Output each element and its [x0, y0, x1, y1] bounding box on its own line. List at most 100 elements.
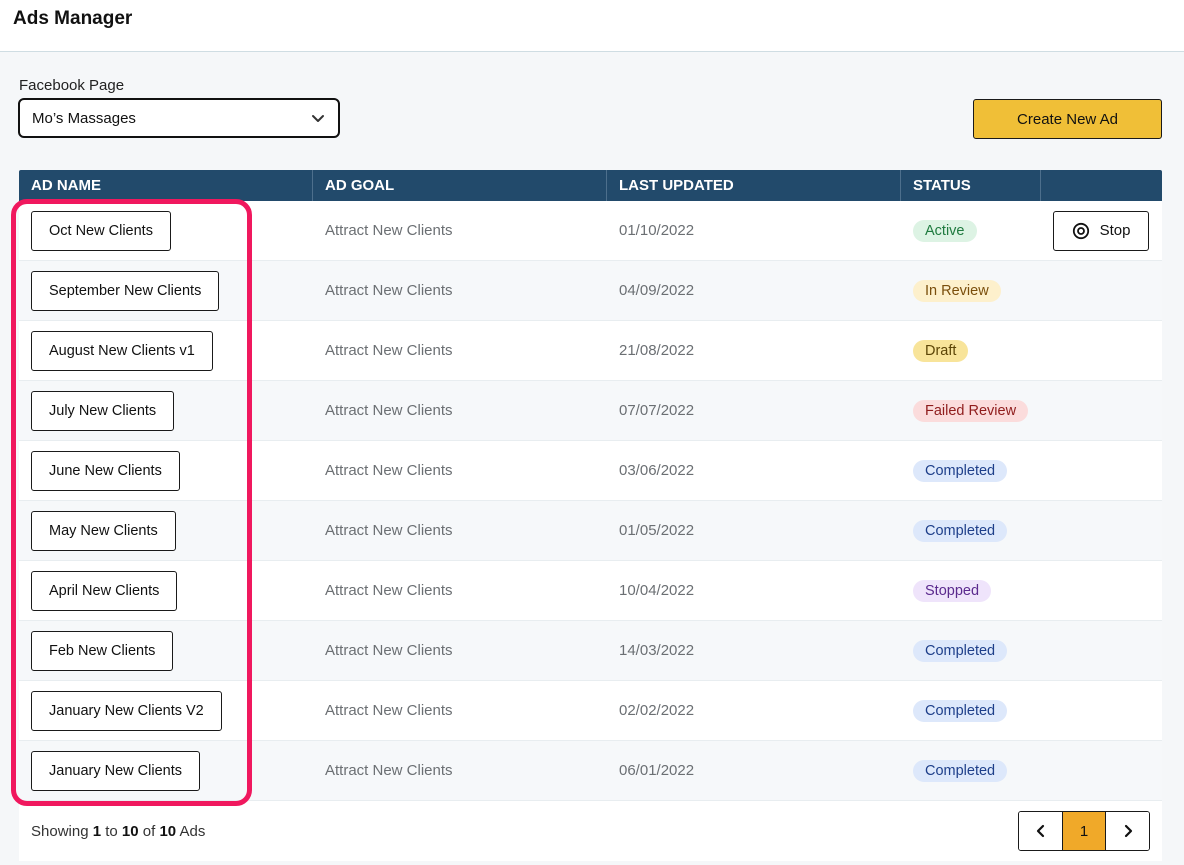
create-new-ad-button[interactable]: Create New Ad: [973, 99, 1162, 139]
last-updated-cell: 01/10/2022: [619, 222, 695, 239]
table-row: April New Clients Attract New Clients 10/0…: [19, 561, 1162, 621]
table-row: Feb New Clients Attract New Clients 14/03/…: [19, 621, 1162, 681]
next-page-button[interactable]: [1106, 812, 1149, 850]
prev-page-button[interactable]: [1019, 812, 1062, 850]
summary-from: 1: [92, 822, 102, 840]
table-row: May New Clients Attract New Clients 01/05/…: [19, 501, 1162, 561]
pagination: 1: [1018, 811, 1150, 851]
ad-name-cell: January New Clients V2: [19, 681, 313, 741]
table-body: Oct New Clients Attract New Clients 01/10/…: [19, 201, 1162, 801]
facebook-page-value: Mo’s Massages: [32, 109, 136, 127]
column-header-status[interactable]: STATUS: [901, 170, 1041, 201]
status-badge: Completed: [913, 519, 1008, 542]
table-row: August New Clients v1 Attract New Clients…: [19, 321, 1162, 381]
ads-table: AD NAME AD GOAL LAST UPDATED STATUS Oct …: [19, 170, 1162, 861]
ad-name-button[interactable]: September New Clients: [31, 270, 220, 311]
status-cell: Completed: [901, 681, 1041, 741]
summary-to: 10: [121, 822, 139, 840]
ad-name-cell: May New Clients: [19, 501, 313, 561]
ad-name-cell: January New Clients: [19, 741, 313, 801]
last-updated-cell: 03/06/2022: [619, 462, 695, 479]
last-updated-cell: 10/04/2022: [619, 582, 695, 599]
actions-cell: [1041, 261, 1162, 321]
status-badge: Completed: [913, 639, 1008, 662]
table-row: January New Clients V2 Attract New Client…: [19, 681, 1162, 741]
ad-goal-cell: Attract New Clients: [325, 462, 453, 479]
status-cell: Completed: [901, 621, 1041, 681]
page-1-button[interactable]: 1: [1062, 812, 1106, 850]
chevron-left-icon: [1036, 824, 1044, 838]
ad-name-cell: Oct New Clients: [19, 201, 313, 261]
ad-name-cell: June New Clients: [19, 441, 313, 501]
column-header-ad-name[interactable]: AD NAME: [19, 170, 313, 201]
ad-goal-cell: Attract New Clients: [325, 762, 453, 779]
status-badge: Draft: [913, 339, 969, 362]
last-updated-cell: 04/09/2022: [619, 282, 695, 299]
last-updated-cell: 01/05/2022: [619, 522, 695, 539]
ad-name-button[interactable]: Oct New Clients: [31, 210, 171, 251]
ad-name-button[interactable]: April New Clients: [31, 570, 178, 611]
stop-ad-label: Stop: [1099, 222, 1131, 239]
ad-goal-cell: Attract New Clients: [325, 642, 453, 659]
chevron-down-icon: [312, 115, 324, 122]
actions-cell: [1041, 681, 1162, 741]
column-header-actions: [1041, 170, 1162, 201]
last-updated-cell: 06/01/2022: [619, 762, 695, 779]
ad-name-button[interactable]: August New Clients v1: [31, 330, 213, 371]
column-header-last-updated[interactable]: LAST UPDATED: [607, 170, 901, 201]
ad-name-button[interactable]: January New Clients V2: [31, 690, 222, 731]
stop-ad-button[interactable]: Stop: [1053, 210, 1149, 251]
table-row: September New Clients Attract New Clients…: [19, 261, 1162, 321]
last-updated-cell: 02/02/2022: [619, 702, 695, 719]
actions-cell: [1041, 561, 1162, 621]
ad-name-cell: Feb New Clients: [19, 621, 313, 681]
ad-name-button[interactable]: Feb New Clients: [31, 630, 174, 671]
ad-name-button[interactable]: June New Clients: [31, 450, 180, 491]
status-cell: Draft: [901, 321, 1041, 381]
status-badge: Completed: [913, 759, 1008, 782]
summary-unit: Ads: [179, 822, 206, 840]
status-badge: Completed: [913, 459, 1008, 482]
table-row: June New Clients Attract New Clients 03/06…: [19, 441, 1162, 501]
last-updated-cell: 14/03/2022: [619, 642, 695, 659]
app-title: Ads Manager: [13, 8, 133, 29]
status-badge: Active: [913, 219, 977, 242]
stop-circle-icon: [1072, 222, 1089, 239]
ad-goal-cell: Attract New Clients: [325, 402, 453, 419]
ad-name-cell: July New Clients: [19, 381, 313, 441]
ad-name-cell: April New Clients: [19, 561, 313, 621]
table-row: January New Clients Attract New Clients 06…: [19, 741, 1162, 801]
actions-cell: [1041, 621, 1162, 681]
status-cell: Failed Review: [901, 381, 1041, 441]
ad-name-button[interactable]: July New Clients: [31, 390, 175, 431]
actions-cell: [1041, 321, 1162, 381]
status-cell: Completed: [901, 501, 1041, 561]
last-updated-cell: 07/07/2022: [619, 402, 695, 419]
actions-cell: [1041, 741, 1162, 801]
ad-name-button[interactable]: January New Clients: [31, 750, 200, 791]
table-row: Oct New Clients Attract New Clients 01/10/…: [19, 201, 1162, 261]
facebook-page-label: Facebook Page: [19, 77, 125, 94]
status-badge: Failed Review: [913, 399, 1029, 422]
actions-cell: [1041, 501, 1162, 561]
status-badge: Stopped: [913, 579, 992, 602]
status-badge: In Review: [913, 279, 1001, 302]
ad-goal-cell: Attract New Clients: [325, 702, 453, 719]
results-summary: Showing 1 to 10 of 10 Ads: [31, 823, 205, 840]
ad-name-cell: September New Clients: [19, 261, 313, 321]
status-cell: Completed: [901, 441, 1041, 501]
summary-to-word: to: [105, 822, 118, 840]
status-cell: In Review: [901, 261, 1041, 321]
status-cell: Active: [901, 201, 1041, 261]
status-badge: Completed: [913, 699, 1008, 722]
status-cell: Completed: [901, 741, 1041, 801]
column-header-ad-goal[interactable]: AD GOAL: [313, 170, 607, 201]
facebook-page-select[interactable]: Mo’s Massages: [18, 98, 340, 138]
ad-goal-cell: Attract New Clients: [325, 342, 453, 359]
actions-cell: [1041, 381, 1162, 441]
chevron-right-icon: [1124, 824, 1132, 838]
ad-name-button[interactable]: May New Clients: [31, 510, 176, 551]
summary-of-word: of: [142, 822, 156, 840]
ad-goal-cell: Attract New Clients: [325, 222, 453, 239]
top-bar: Ads Manager: [0, 0, 1184, 52]
